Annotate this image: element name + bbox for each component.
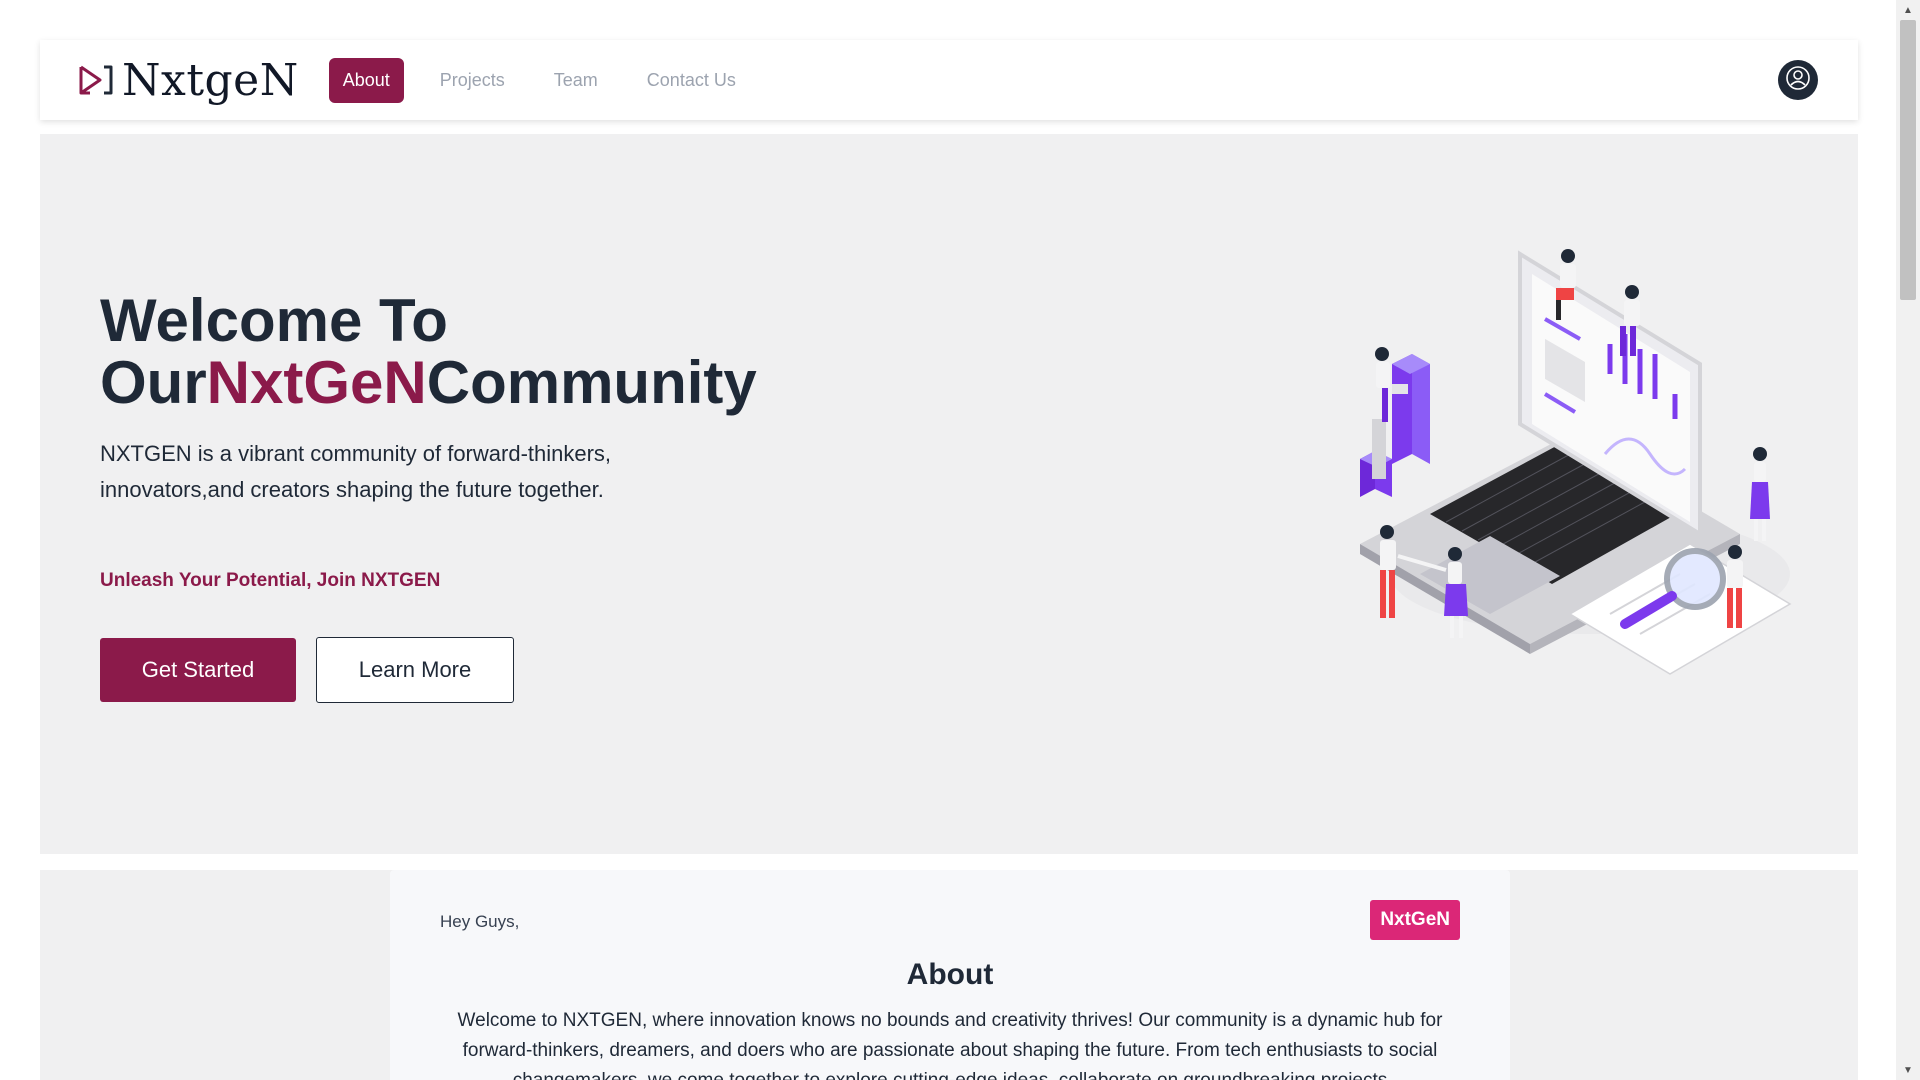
nav-item-contact-us[interactable]: Contact Us [647, 70, 736, 91]
nav-item-team[interactable]: Team [554, 70, 598, 91]
brand-logo[interactable]: NxtgeN [78, 55, 299, 106]
hero-title-suffix: Community [426, 349, 757, 416]
user-circle-icon [1785, 65, 1811, 96]
play-bracket-icon [78, 63, 114, 97]
hero-section: Welcome To OurNxtGeNCommunity NXTGEN is … [40, 134, 1858, 854]
about-card: Hey Guys, NxtGeN About Welcome to NXTGEN… [390, 870, 1510, 1080]
hero-title-line1: Welcome To [100, 287, 448, 354]
page-viewport: NxtgeN About Projects Team Contact Us We… [0, 0, 1920, 1080]
about-text: Welcome to NXTGEN, where innovation know… [457, 1010, 1443, 1080]
user-avatar-button[interactable] [1778, 60, 1818, 100]
nav-item-projects[interactable]: Projects [440, 70, 505, 91]
nav-item-about[interactable]: About [328, 57, 404, 103]
hero-tagline: Unleash Your Potential, Join NXTGEN [100, 570, 441, 591]
scrollbar-thumb[interactable] [1900, 20, 1916, 300]
hero-title-prefix: Our [100, 349, 207, 416]
about-section: Hey Guys, NxtGeN About Welcome to NXTGEN… [40, 870, 1858, 1080]
brand-name: NxtgeN [122, 54, 299, 106]
hero-title: Welcome To OurNxtGeNCommunity [100, 290, 757, 414]
scroll-down-arrow-icon[interactable]: ▼ [1896, 1060, 1920, 1080]
brand-badge: NxtGeN [1370, 900, 1460, 940]
get-started-button[interactable]: Get Started [100, 638, 296, 702]
scroll-up-arrow-icon[interactable]: ▲ [1896, 0, 1920, 20]
nav-links: About Projects Team Contact Us [328, 57, 785, 103]
hero-title-accent: NxtGeN [206, 349, 427, 416]
about-title: About [906, 958, 994, 991]
learn-more-button[interactable]: Learn More [316, 637, 514, 703]
isometric-laptop-team-illustration [1320, 244, 1850, 744]
about-greeting: Hey Guys, [440, 912, 520, 931]
page-scrollbar[interactable]: ▲ ▼ [1896, 0, 1920, 1080]
hero-description: NXTGEN is a vibrant community of forward… [100, 441, 612, 502]
navbar: NxtgeN About Projects Team Contact Us [40, 40, 1858, 120]
